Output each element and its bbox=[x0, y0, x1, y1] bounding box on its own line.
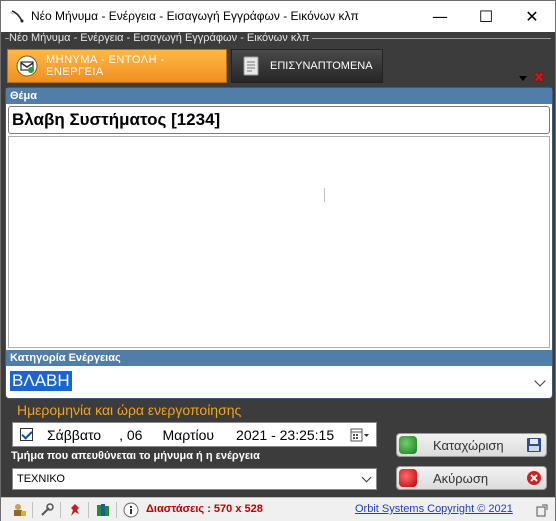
user-lock-icon[interactable] bbox=[11, 502, 27, 518]
attachment-icon bbox=[243, 56, 259, 76]
books-icon[interactable] bbox=[95, 502, 111, 518]
cancel-button[interactable]: Ακύρωση bbox=[396, 466, 547, 490]
text-cursor-icon bbox=[324, 188, 325, 202]
message-panel: Θέμα Βλαβη Συστήματος [1234] Κατηγορία Ε… bbox=[5, 87, 553, 399]
exit-icon[interactable] bbox=[535, 503, 549, 517]
subject-input[interactable]: Βλαβη Συστήματος [1234] bbox=[8, 106, 550, 134]
status-separator bbox=[60, 502, 61, 518]
category-select[interactable]: ΒΛΑΒΗ bbox=[8, 368, 550, 396]
subject-label: Θέμα bbox=[6, 88, 552, 104]
floppy-disk-icon bbox=[527, 438, 541, 452]
tab-menu-arrow-icon[interactable] bbox=[519, 76, 527, 81]
pin-icon[interactable] bbox=[67, 502, 83, 518]
cancel-circle-icon bbox=[527, 471, 541, 485]
message-body-textarea[interactable] bbox=[8, 136, 550, 348]
settings-icon[interactable] bbox=[39, 502, 55, 518]
department-select[interactable]: ΤΕΧΝΙΚΟ bbox=[12, 468, 377, 490]
status-separator bbox=[32, 502, 33, 518]
date-day-name[interactable]: Σάββατο bbox=[47, 427, 101, 443]
app-logo-icon bbox=[10, 10, 24, 23]
frame-caption: Νέο Μήνυμα - Ενέργεια - Εισαγωγή Εγγράφω… bbox=[9, 32, 313, 44]
window-title: Νέο Μήνυμα - Ενέργεια - Εισαγωγή Εγγράφω… bbox=[31, 9, 359, 23]
status-separator bbox=[88, 502, 89, 518]
category-value: ΒΛΑΒΗ bbox=[10, 371, 72, 391]
status-bar: Διαστάσεις : 570 x 528 Orbit Systems Cop… bbox=[1, 497, 555, 521]
green-status-icon bbox=[399, 436, 417, 454]
dimensions-text: Διαστάσεις : 570 x 528 bbox=[146, 503, 263, 515]
chevron-down-icon[interactable] bbox=[361, 472, 372, 483]
tab-attachments[interactable]: ΕΠΙΣΥΝΑΠΤΟΜΕΝΑ bbox=[231, 49, 383, 83]
message-icon bbox=[16, 55, 38, 77]
copyright-link[interactable]: Orbit Systems Copyright © 2021 bbox=[355, 503, 513, 515]
department-label: Τμήμα που απευθύνεται το μήνυμα ή η ενέρ… bbox=[11, 450, 260, 462]
minimize-button[interactable]: — bbox=[417, 1, 463, 32]
category-label: Κατηγορία Ενέργειας bbox=[6, 350, 552, 366]
tab-attachments-label: ΕΠΙΣΥΝΑΠΤΟΜΕΝΑ bbox=[270, 60, 373, 72]
red-close-icon[interactable] bbox=[532, 70, 546, 84]
title-bar: Νέο Μήνυμα - Ενέργεια - Εισαγωγή Εγγράφω… bbox=[1, 1, 555, 32]
close-button[interactable]: ✕ bbox=[509, 1, 555, 32]
activation-checkbox[interactable] bbox=[20, 428, 33, 441]
department-value: ΤΕΧΝΙΚΟ bbox=[17, 473, 65, 485]
tab-message-label: ΜΗΝΥΜΑ - ΕΝΤΟΛΗ - ΕΝΕΡΓΕΙΑ bbox=[46, 54, 165, 78]
cancel-button-label: Ακύρωση bbox=[433, 471, 489, 486]
date-month[interactable]: Μαρτίου bbox=[162, 427, 214, 443]
chevron-down-icon[interactable] bbox=[534, 375, 546, 387]
tab-message[interactable]: ΜΗΝΥΜΑ - ΕΝΤΟΛΗ - ΕΝΕΡΓΕΙΑ bbox=[7, 49, 227, 83]
date-year-time[interactable]: 2021 - 23:25:15 bbox=[236, 427, 334, 443]
date-day[interactable]: , 06 bbox=[119, 427, 142, 443]
app-window: Νέο Μήνυμα - Ενέργεια - Εισαγωγή Εγγράφω… bbox=[0, 0, 556, 521]
activation-label: Ημερομηνία και ώρα ενεργοποίησης bbox=[17, 402, 242, 418]
calendar-dropdown-icon[interactable] bbox=[350, 428, 370, 442]
info-icon[interactable] bbox=[123, 502, 139, 518]
save-button[interactable]: Καταχώριση bbox=[396, 433, 547, 457]
activation-datetime-picker[interactable]: Σάββατο , 06 Μαρτίου 2021 - 23:25:15 bbox=[12, 422, 377, 447]
red-status-icon bbox=[399, 469, 417, 487]
maximize-button[interactable]: ☐ bbox=[463, 1, 509, 32]
save-button-label: Καταχώριση bbox=[433, 438, 504, 453]
status-separator bbox=[116, 502, 117, 518]
